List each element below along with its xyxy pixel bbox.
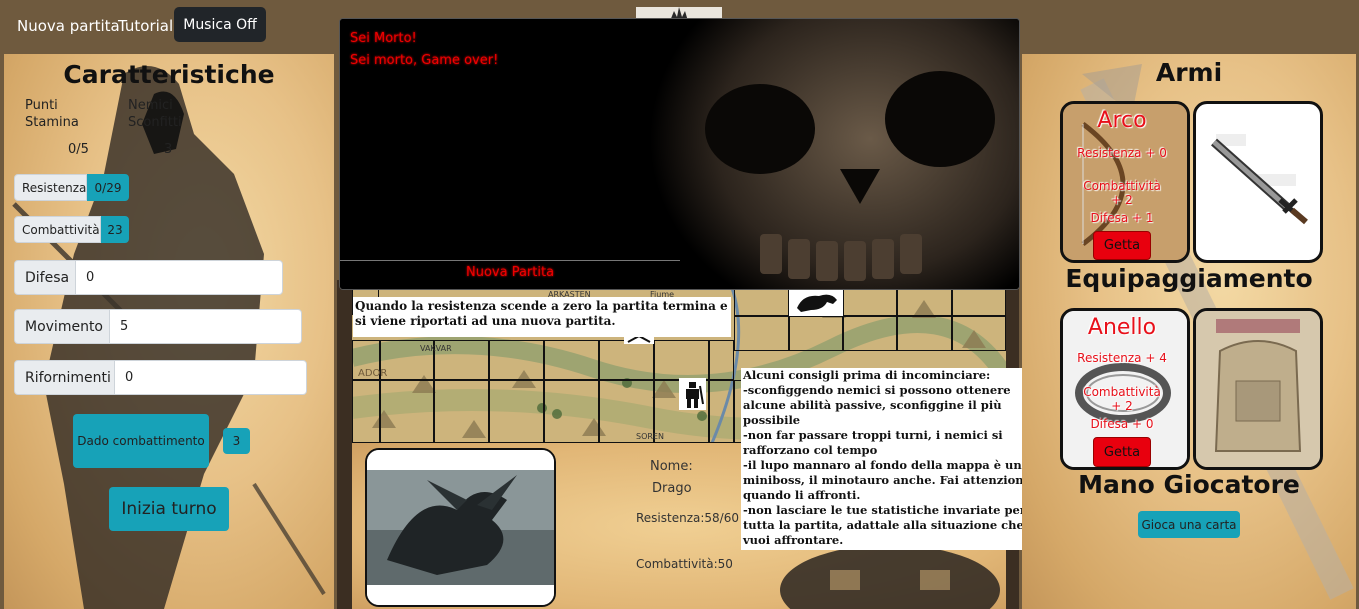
discard-equip-button[interactable]: Getta xyxy=(1093,437,1151,467)
player-knight-token[interactable] xyxy=(679,378,706,410)
enemy-portrait-card xyxy=(365,448,556,607)
difesa-label: Difesa xyxy=(14,260,76,295)
equip-card-resistenza: Resistenza + 4 xyxy=(1077,351,1167,365)
enemy-name-label: Nome: xyxy=(650,459,693,474)
movimento-input[interactable]: 5 xyxy=(109,309,302,344)
map-label-ador: ADOR xyxy=(358,368,388,379)
inventory-panel: Armi Arco Resistenza + 0 Combattività + 2… xyxy=(1022,54,1356,609)
tip-line: -sconfiggendo nemici si possono ottenere… xyxy=(743,383,1011,427)
start-turn-button[interactable]: Inizia turno xyxy=(109,487,229,531)
resistenza-badge: 0/29 xyxy=(87,174,129,201)
weapons-title: Armi xyxy=(1155,58,1223,87)
rifornimenti-label: Rifornimenti xyxy=(14,360,115,395)
difesa-input[interactable]: 0 xyxy=(75,260,283,295)
combattivita-badge: 23 xyxy=(101,216,129,243)
stamina-value: 0/5 xyxy=(68,142,89,157)
game-over-modal: Sei Morto! Sei morto, Game over! Nuova P… xyxy=(339,18,1020,290)
enemy-name: Drago xyxy=(652,481,692,496)
characteristics-panel: Caratteristiche Punti Stamina Nemici Sconf… xyxy=(4,54,334,609)
combat-dice-button[interactable]: Dado combattimento xyxy=(73,414,209,468)
equip-card-anello[interactable]: Anello Resistenza + 4 Combattività + 2 Di… xyxy=(1060,308,1190,470)
weapon-card-arco[interactable]: Arco Resistenza + 0 Combattività + 2 Dife… xyxy=(1060,101,1190,263)
equip-card-combattivita: Combattività + 2 xyxy=(1083,385,1161,413)
panther-token[interactable] xyxy=(789,288,843,316)
rifornimenti-input[interactable]: 0 xyxy=(114,360,307,395)
enemy-mask-art xyxy=(780,545,1000,609)
enemy-combattivita: Combattività:50 xyxy=(636,557,733,571)
enemy-resistenza: Resistenza:58/60 xyxy=(636,511,739,525)
discard-weapon-button[interactable]: Getta xyxy=(1093,231,1151,260)
weapon-card-name: Arco xyxy=(1097,108,1147,133)
combattivita-label: Combattività xyxy=(14,216,101,243)
game-over-title: Sei Morto! xyxy=(350,31,417,46)
death-rule-tip: Quando la resistenza scende a zero la pa… xyxy=(353,297,731,337)
game-over-message: Sei morto, Game over! xyxy=(350,53,499,68)
sword-icon xyxy=(1211,134,1308,225)
enemies-defeated-label: Nemici Sconfitti xyxy=(128,98,182,130)
weapon-card-combattivita: Combattività + 2 xyxy=(1083,179,1161,207)
backpack-icon xyxy=(1196,311,1320,467)
tip-line: -il lupo mannaro al fondo della mappa è … xyxy=(743,458,1031,502)
tip-line: -non lasciare le tue statistiche invaria… xyxy=(743,503,1026,547)
stamina-label: Punti Stamina xyxy=(25,98,79,130)
weapon-card-resistenza: Resistenza + 0 xyxy=(1077,146,1167,160)
dragon-image xyxy=(367,450,554,605)
weapon-slot-sword[interactable] xyxy=(1193,101,1323,263)
enemies-defeated-value: 3 xyxy=(164,142,173,157)
tips-box: Alcuni consigli prima di incominciare: -… xyxy=(741,368,1038,550)
tips-heading: Alcuni consigli prima di incominciare: xyxy=(743,368,991,382)
music-toggle-button[interactable]: Musica Off xyxy=(174,7,266,42)
equipment-title: Equipaggiamento xyxy=(1065,264,1313,293)
new-game-button[interactable]: Nuova Partita xyxy=(466,265,554,280)
map-label-soren: SOREN xyxy=(636,432,664,441)
equip-card-difesa: Difesa + 0 xyxy=(1090,417,1154,431)
new-game-link[interactable]: Nuova partita xyxy=(17,17,120,35)
equip-card-name: Anello xyxy=(1087,315,1157,340)
weapon-card-difesa: Difesa + 1 xyxy=(1090,211,1154,225)
tutorial-link[interactable]: Tutorial xyxy=(118,17,173,35)
characteristics-title: Caratteristiche xyxy=(63,60,275,89)
map-label-vakvar: VAKVAR xyxy=(420,344,452,353)
equipment-slot-backpack[interactable] xyxy=(1193,308,1323,470)
movimento-label: Movimento xyxy=(14,309,110,344)
combat-dice-value: 3 xyxy=(223,428,250,454)
player-hand-title: Mano Giocatore xyxy=(1078,470,1300,499)
play-card-button[interactable]: Gioca una carta xyxy=(1138,511,1240,538)
resistenza-label: Resistenza xyxy=(14,174,87,201)
tip-line: -non far passare troppi turni, i nemici … xyxy=(743,428,1003,457)
